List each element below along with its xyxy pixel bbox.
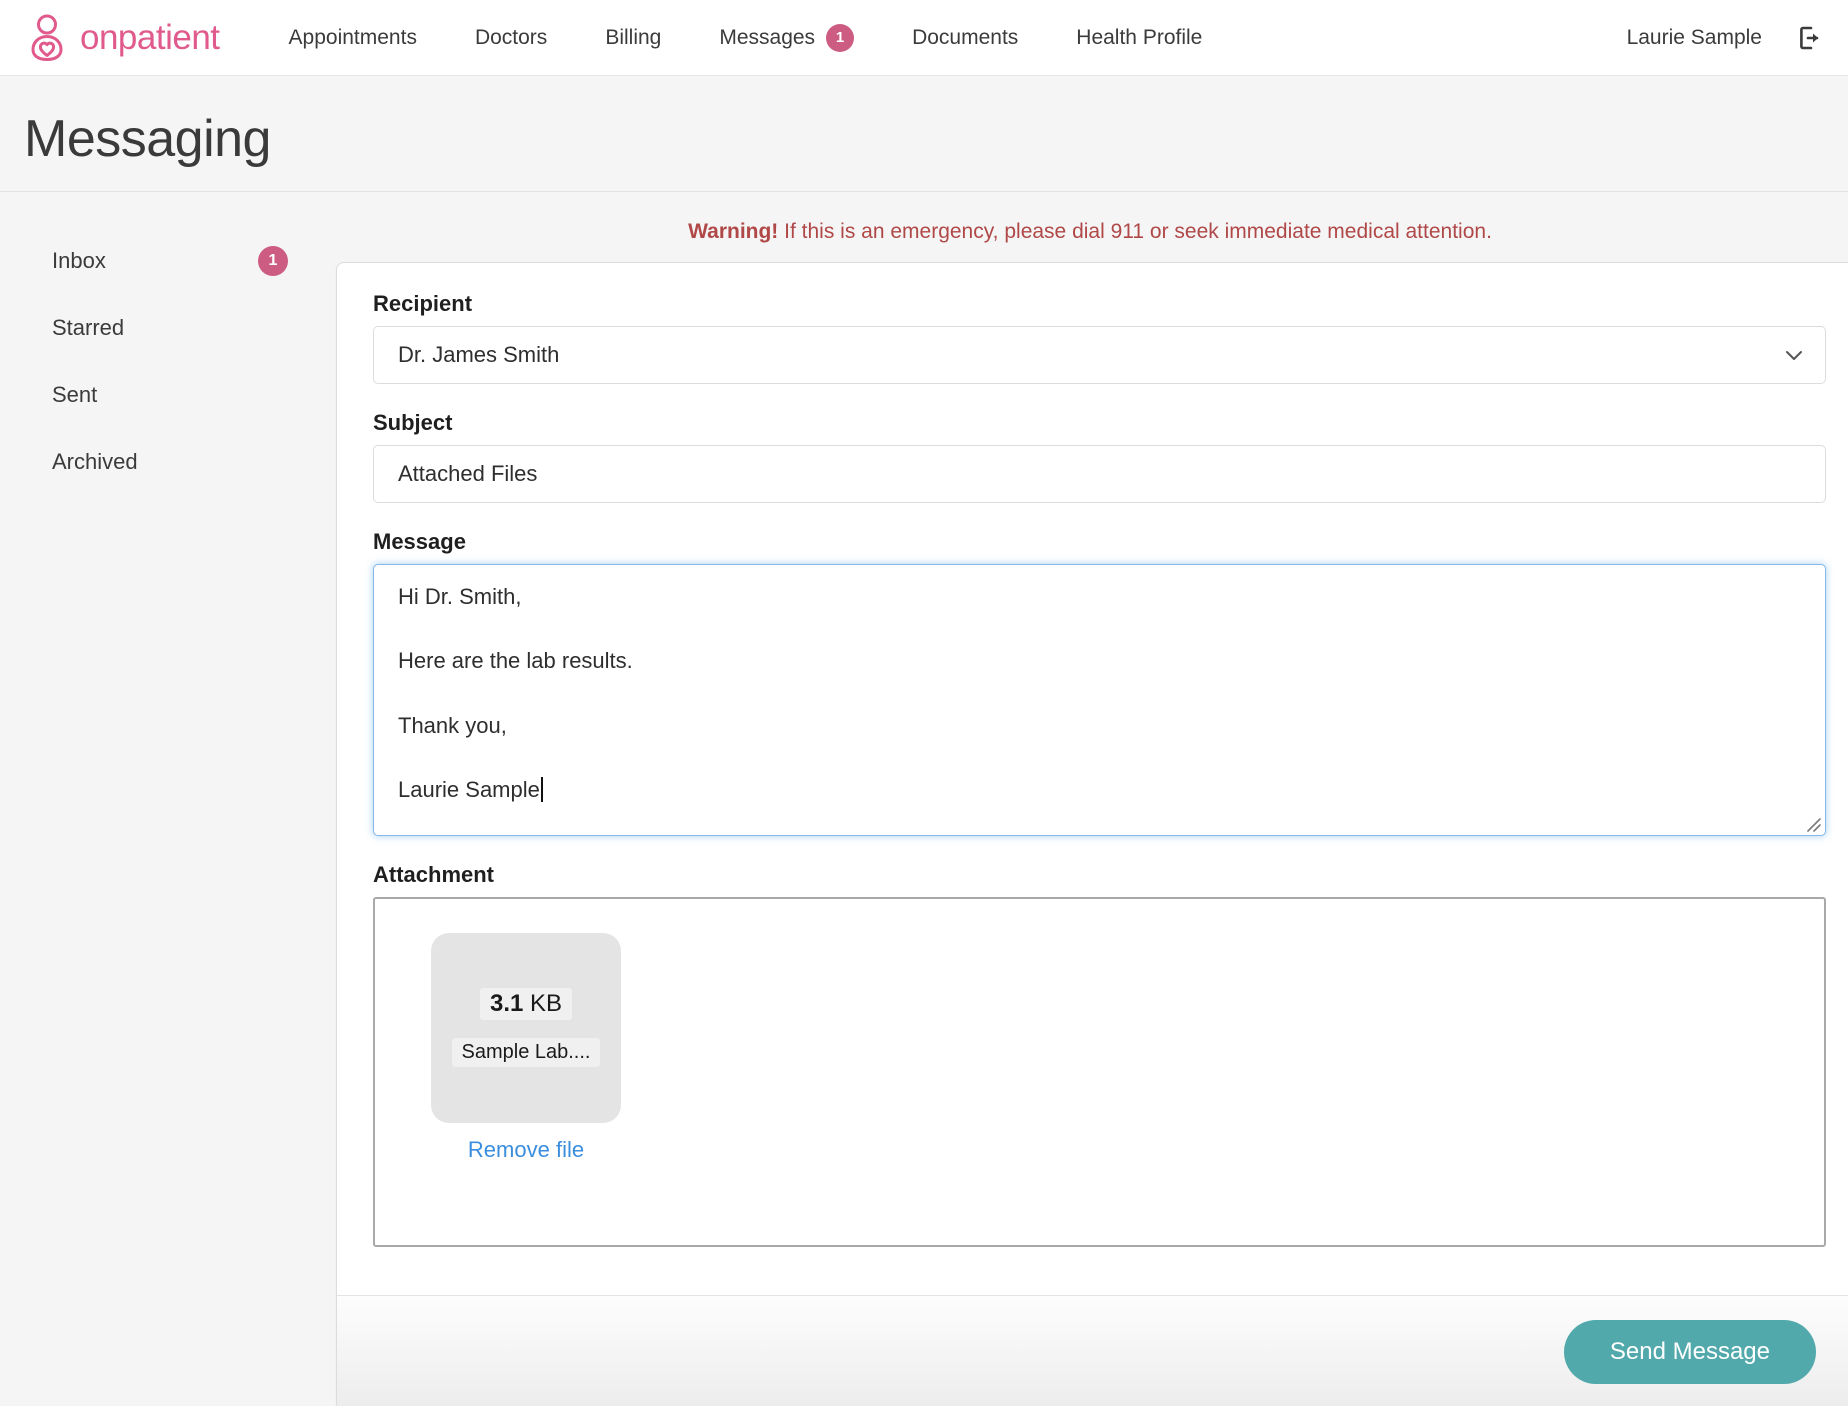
recipient-field-group: Recipient Dr. James Smith [373, 291, 1826, 384]
send-message-button[interactable]: Send Message [1563, 1319, 1816, 1384]
sidebar-item-label: Sent [52, 382, 98, 408]
message-line: Laurie Sample [398, 777, 540, 803]
attachment-dropzone[interactable]: 3.1 KB Sample Lab.... Remove file [373, 896, 1826, 1247]
warning-strong: Warning! [688, 219, 779, 243]
page-title: Messaging [24, 110, 271, 168]
nav-item-appointments[interactable]: Appointments [260, 26, 446, 50]
main-layout: Inbox 1 Starred Sent Archived Warning! I… [0, 192, 1848, 1406]
sidebar-item-starred[interactable]: Starred [24, 295, 336, 362]
chevron-down-icon [1783, 344, 1805, 366]
remove-file-link[interactable]: Remove file [431, 1137, 621, 1163]
nav-label: Billing [605, 25, 662, 49]
warning-text: If this is an emergency, please dial 911… [778, 219, 1492, 243]
attachment-label: Attachment [373, 861, 495, 887]
subject-value: Attached Files [398, 460, 538, 486]
onpatient-person-heart-logo [24, 13, 70, 63]
nav-label: Messages [719, 25, 816, 49]
compose-message-card: Recipient Dr. James Smith Subject Attach… [336, 261, 1848, 1406]
brand-name: onpatient [80, 17, 220, 57]
message-textarea[interactable]: Hi Dr. Smith, Here are the lab results. … [373, 563, 1826, 836]
subject-label: Subject [373, 409, 453, 435]
nav-item-billing[interactable]: Billing [576, 26, 690, 50]
messages-unread-badge: 1 [826, 23, 855, 52]
nav-label: Doctors [474, 25, 548, 49]
sidebar-item-inbox[interactable]: Inbox 1 [24, 228, 336, 295]
nav-item-health-profile[interactable]: Health Profile [1047, 26, 1231, 50]
message-label: Message [373, 528, 466, 554]
page-header: Messaging [0, 76, 1848, 191]
emergency-warning: Warning! If this is an emergency, please… [336, 206, 1844, 262]
messaging-content: Warning! If this is an emergency, please… [336, 192, 1848, 1406]
attached-file-tile: 3.1 KB Sample Lab.... Remove file [431, 932, 621, 1163]
message-line: Thank you, [398, 712, 507, 738]
compose-form: Recipient Dr. James Smith Subject Attach… [337, 263, 1848, 1295]
subject-input[interactable]: Attached Files [373, 444, 1826, 503]
file-size-value: 3.1 [489, 990, 524, 1018]
nav-item-doctors[interactable]: Doctors [446, 26, 576, 50]
recipient-select[interactable]: Dr. James Smith [373, 325, 1826, 384]
message-field-group: Message Hi Dr. Smith, Here are the lab r… [373, 529, 1826, 836]
sign-out-icon[interactable] [1798, 25, 1824, 51]
inbox-unread-badge: 1 [258, 246, 288, 277]
nav-user-name[interactable]: Laurie Sample [1627, 26, 1762, 50]
nav-item-messages[interactable]: Messages 1 [690, 23, 883, 52]
file-thumbnail[interactable]: 3.1 KB Sample Lab.... [431, 932, 621, 1123]
sidebar-item-label: Starred [52, 315, 125, 341]
nav-label: Documents [912, 25, 1019, 49]
compose-footer: Send Message [337, 1294, 1848, 1406]
message-line: Here are the lab results. [398, 648, 633, 674]
messaging-sidebar: Inbox 1 Starred Sent Archived [24, 192, 336, 1406]
sidebar-item-label: Archived [52, 449, 138, 475]
nav-item-documents[interactable]: Documents [883, 26, 1047, 50]
message-line-with-caret: Laurie Sample [398, 776, 1801, 804]
sidebar-item-sent[interactable]: Sent [24, 362, 336, 429]
nav-links: Appointments Doctors Billing Messages 1 … [260, 23, 1232, 52]
attachment-field-group: Attachment 3.1 KB Sample Lab.... Remove … [373, 862, 1826, 1247]
recipient-selected-value: Dr. James Smith [398, 341, 560, 367]
file-size-unit: KB [523, 990, 563, 1018]
nav-label: Appointments [288, 25, 417, 49]
subject-field-group: Subject Attached Files [373, 410, 1826, 503]
top-navbar: onpatient Appointments Doctors Billing M… [0, 0, 1848, 76]
message-line: Hi Dr. Smith, [398, 583, 522, 609]
file-size: 3.1 KB [479, 988, 573, 1021]
textarea-resize-handle[interactable] [1803, 814, 1821, 832]
sidebar-item-archived[interactable]: Archived [24, 429, 336, 496]
file-name: Sample Lab.... [451, 1038, 601, 1068]
recipient-label: Recipient [373, 290, 473, 316]
text-cursor [540, 777, 543, 803]
nav-right-group: Laurie Sample [1627, 0, 1824, 76]
sidebar-item-label: Inbox [52, 248, 106, 274]
nav-label: Health Profile [1076, 25, 1203, 49]
brand-logo[interactable]: onpatient [24, 13, 220, 63]
